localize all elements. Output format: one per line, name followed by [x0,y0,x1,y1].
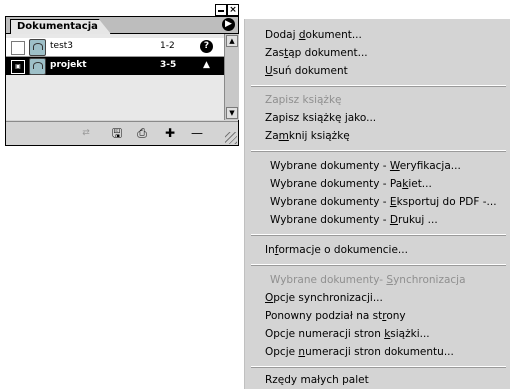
document-row-test3[interactable]: test3 1-2 ? [6,38,224,57]
question-icon: ? [200,40,213,53]
menu-separator [251,234,506,236]
scroll-up-icon[interactable]: ▲ [226,35,238,47]
menu-item-remove-document[interactable]: Usuń dokument [265,65,348,77]
document-icon [29,58,46,75]
menu-item-save-book: Zapisz książkę [265,94,342,106]
scroll-down-icon[interactable]: ▼ [226,107,238,119]
menu-item-add-document[interactable]: Dodaj dokument... [265,29,362,41]
document-row-projekt[interactable]: ▣ projekt 3-5 ▲ [6,57,224,75]
tab-dokumentacja[interactable]: Dokumentacja [10,19,111,34]
panel-titlebar: × [5,4,239,16]
panel-body: Dokumentacja ▶ test3 1-2 ? ▣ projekt 3-5… [5,16,239,146]
menu-separator [251,150,506,152]
vertical-scrollbar[interactable]: ▲ ▼ [224,34,239,120]
menu-item-print[interactable]: Wybrane dokumenty - Drukuj ... [270,214,438,226]
document-pages: 3-5 [160,60,177,70]
menu-item-document-info[interactable]: Informacje o dokumencie... [265,244,408,256]
menu-item-preflight[interactable]: Wybrane dokumenty - Weryfikacja... [270,160,461,172]
save-icon[interactable]: 🖫 [109,126,125,140]
add-icon[interactable]: ✚ [162,126,178,140]
menu-item-synchronize: Wybrane dokumenty- Synchronizacja [270,274,466,286]
tab-strip: Dokumentacja ▶ [6,17,238,34]
menu-item-book-numbering-options[interactable]: Opcje numeracji stron książki... [265,328,430,340]
minimize-icon[interactable] [215,4,227,16]
document-checkbox[interactable] [11,41,25,55]
document-icon [29,39,46,56]
book-panel-menu: Dodaj dokument... Zastąp dokument... Usu… [244,19,510,389]
panel-menu-arrow-icon[interactable]: ▶ [222,18,235,31]
menu-item-save-book-as[interactable]: Zapisz książkę jako... [265,112,376,124]
menu-item-repaginate[interactable]: Ponowny podział na strony [265,310,406,322]
menu-separator [251,85,506,87]
document-pages: 1-2 [160,41,175,51]
remove-icon[interactable]: — [189,126,205,140]
menu-item-document-numbering-options[interactable]: Opcje numeracji stron dokumentu... [265,346,454,358]
menu-separator [251,366,506,368]
menu-item-close-book[interactable]: Zamknij książkę [265,130,350,142]
print-icon[interactable]: ⎙ [134,126,150,140]
sync-icon[interactable]: ⇄ [78,126,94,140]
document-list: test3 1-2 ? ▣ projekt 3-5 ▲ [6,34,224,120]
menu-item-sync-options[interactable]: Opcje synchronizacji... [265,292,383,304]
resize-grip-icon[interactable] [225,132,237,144]
menu-separator [251,264,506,266]
menu-item-small-palette-rows[interactable]: Rzędy małych palet [265,374,369,386]
close-icon[interactable]: × [227,4,239,16]
book-source-indicator-icon[interactable]: ▣ [11,60,25,74]
document-name: test3 [50,41,74,51]
book-panel: × Dokumentacja ▶ test3 1-2 ? ▣ projekt 3… [5,4,239,146]
document-name: projekt [50,60,87,70]
book-source-icon: ▲ [203,60,210,70]
menu-item-replace-document[interactable]: Zastąp dokument... [265,47,368,59]
menu-item-package[interactable]: Wybrane dokumenty - Pakiet... [270,178,432,190]
panel-toolbar: ⇄ 🖫 ⎙ ✚ — [6,121,238,145]
menu-item-export-pdf[interactable]: Wybrane dokumenty - Eksportuj do PDF -..… [270,196,497,208]
